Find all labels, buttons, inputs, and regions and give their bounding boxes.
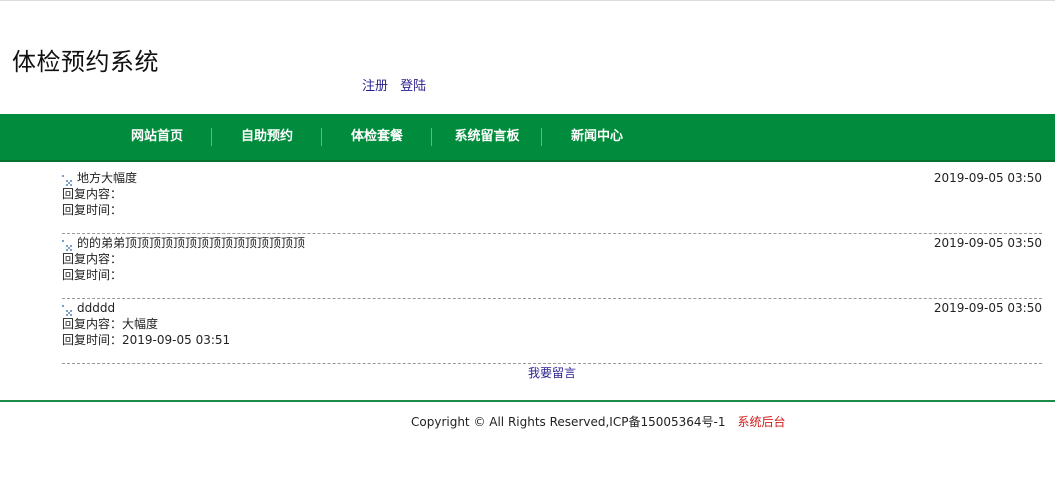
copyright-text: Copyright © All Rights Reserved,ICP备1500… bbox=[411, 415, 726, 429]
message-date: 2019-09-05 03:50 bbox=[933, 301, 1042, 315]
post-message-link[interactable]: 我要留言 bbox=[528, 364, 576, 381]
auth-links: 注册 登陆 bbox=[362, 75, 434, 94]
footer: Copyright © All Rights Reserved,ICP备1500… bbox=[411, 413, 786, 430]
reply-content-label: 回复内容： bbox=[62, 187, 123, 201]
nav-item-booking[interactable]: 自助预约 bbox=[212, 114, 322, 160]
message-date: 2019-09-05 03:50 bbox=[933, 171, 1042, 185]
reply-time-label: 回复时间： bbox=[62, 268, 123, 282]
footer-divider bbox=[0, 400, 1055, 402]
message-title: 的的弟弟顶顶顶顶顶顶顶顶顶顶顶顶顶顶顶 bbox=[77, 236, 306, 250]
register-link[interactable]: 注册 bbox=[362, 79, 388, 94]
nav-item-packages[interactable]: 体检套餐 bbox=[322, 114, 432, 160]
nav-item-news[interactable]: 新闻中心 bbox=[542, 114, 652, 160]
reply-time: 2019-09-05 03:51 bbox=[122, 333, 231, 347]
nav-item-home[interactable]: 网站首页 bbox=[102, 114, 212, 160]
message-title: ddddd bbox=[77, 301, 116, 315]
reply-time-label: 回复时间： bbox=[62, 203, 123, 217]
site-title: 体检预约系统 bbox=[12, 48, 159, 76]
admin-link[interactable]: 系统后台 bbox=[738, 415, 786, 429]
reply-time-label: 回复时间： bbox=[62, 333, 123, 347]
message-item: 地方大幅度 2019-09-05 03:50 回复内容： 回复时间： bbox=[62, 170, 1042, 234]
message-item: 的的弟弟顶顶顶顶顶顶顶顶顶顶顶顶顶顶顶 2019-09-05 03:50 回复内… bbox=[62, 235, 1042, 299]
main-nav: 网站首页 自助预约 体检套餐 系统留言板 新闻中心 bbox=[0, 114, 1055, 162]
nav-item-message-board[interactable]: 系统留言板 bbox=[432, 114, 542, 160]
message-item: ddddd 2019-09-05 03:50 回复内容：大幅度 回复时间：201… bbox=[62, 300, 1042, 364]
reply-content: 大幅度 bbox=[122, 317, 159, 331]
message-date: 2019-09-05 03:50 bbox=[933, 236, 1042, 250]
reply-content-label: 回复内容： bbox=[62, 317, 123, 331]
login-link[interactable]: 登陆 bbox=[400, 79, 426, 94]
top-rule bbox=[0, 0, 1055, 1]
reply-content-label: 回复内容： bbox=[62, 252, 123, 266]
message-title: 地方大幅度 bbox=[77, 171, 138, 185]
